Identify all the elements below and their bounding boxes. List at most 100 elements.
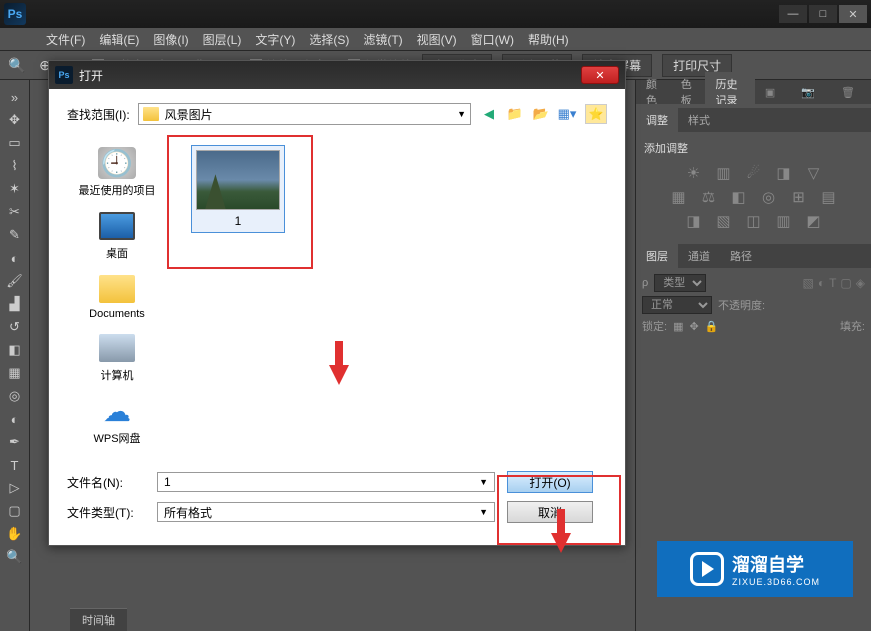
marquee-tool-icon[interactable]: ▭ [3,132,27,154]
favorites-icon[interactable]: ⭐ [585,104,607,124]
close-button[interactable]: ✕ [839,5,867,23]
blur-tool-icon[interactable]: ◎ [3,385,27,407]
tab-layers[interactable]: 图层 [636,244,678,268]
menu-file[interactable]: 文件(F) [40,29,91,50]
blend-mode-select[interactable]: 正常 [642,296,712,314]
computer-icon [98,332,136,364]
type-tool-icon[interactable]: T [3,454,27,476]
tab-adjustments[interactable]: 调整 [636,108,678,132]
lookup-icon[interactable]: ▤ [819,188,839,206]
shape-tool-icon[interactable]: ▢ [3,500,27,522]
eraser-tool-icon[interactable]: ◧ [3,339,27,361]
tab-channels[interactable]: 通道 [678,244,720,268]
file-thumbnail-icon [196,150,280,210]
maximize-button[interactable]: □ [809,5,837,23]
tab-styles[interactable]: 样式 [678,108,720,132]
hue-icon[interactable]: ▦ [669,188,689,206]
trash-icon[interactable]: 🗑 [831,82,865,103]
menu-filter[interactable]: 滤镜(T) [357,29,408,50]
move-tool-icon[interactable]: ✥ [3,109,27,131]
lookin-label: 查找范围(I): [67,106,130,123]
filter-smart-icon[interactable]: ◈ [856,276,865,290]
mixer-icon[interactable]: ⊞ [789,188,809,206]
place-wps[interactable]: ☁ WPS网盘 [72,391,162,450]
threshold-icon[interactable]: ◫ [744,212,764,230]
history-brush-icon[interactable]: ↺ [3,316,27,338]
exposure-icon[interactable]: ◨ [774,164,794,182]
invert-icon[interactable]: ◨ [684,212,704,230]
gradient-map-icon[interactable]: ▥ [774,212,794,230]
lasso-tool-icon[interactable]: ⌇ [3,155,27,177]
menu-select[interactable]: 选择(S) [303,29,355,50]
photofilter-icon[interactable]: ◎ [759,188,779,206]
zoom-tool2-icon[interactable]: 🔍 [3,546,27,568]
hand-tool-icon[interactable]: ✋ [3,523,27,545]
crop-tool-icon[interactable]: ✂ [3,201,27,223]
menu-layer[interactable]: 图层(L) [197,29,248,50]
file-item-1[interactable]: 1 [191,145,285,233]
brush-tool-icon[interactable]: 🖌 [3,270,27,292]
place-computer-label: 计算机 [101,367,134,383]
lock-position-icon[interactable]: ✥ [689,320,698,333]
curves-icon[interactable]: ☄ [744,164,764,182]
filename-combobox[interactable]: 1 ▼ [157,472,495,492]
collapse-icon[interactable]: » [3,86,27,108]
dodge-tool-icon[interactable]: ◐ [3,408,27,430]
wand-tool-icon[interactable]: ✶ [3,178,27,200]
minimize-button[interactable]: — [779,5,807,23]
app-logo: Ps [4,3,26,25]
up-icon[interactable]: 📁 [505,104,525,124]
menu-edit[interactable]: 编辑(E) [93,29,145,50]
menu-type[interactable]: 文字(Y) [249,29,301,50]
stamp-tool-icon[interactable]: ▟ [3,293,27,315]
vibrance-icon[interactable]: ▽ [804,164,824,182]
filter-shape-icon[interactable]: ▢ [840,276,851,290]
place-computer[interactable]: 计算机 [72,328,162,387]
gradient-tool-icon[interactable]: ▦ [3,362,27,384]
brightness-icon[interactable]: ☀ [684,164,704,182]
selective-icon[interactable]: ◩ [804,212,824,230]
timeline-tab[interactable]: 时间轴 [70,608,127,631]
filter-pixel-icon[interactable]: ▧ [802,276,813,290]
place-recent[interactable]: 🕘 最近使用的项目 [72,143,162,202]
layer-filter-select[interactable]: 类型 [654,274,706,292]
new-folder-icon[interactable]: 📂 [531,104,551,124]
place-documents[interactable]: Documents [72,269,162,324]
adjustments-title: 添加调整 [644,140,863,156]
camera-icon[interactable]: 📷 [791,82,825,103]
eyedropper-tool-icon[interactable]: ✎ [3,224,27,246]
lock-label: 锁定: [642,318,667,334]
open-button[interactable]: 打开(O) [507,471,593,493]
view-menu-icon[interactable]: ▦▾ [557,104,577,124]
place-desktop[interactable]: 桌面 [72,206,162,265]
filter-adjust-icon[interactable]: ◐ [818,276,825,290]
filetype-combobox[interactable]: 所有格式 ▼ [157,502,495,522]
watermark-url: ZIXUE.3D66.COM [732,577,820,587]
menu-view[interactable]: 视图(V) [411,29,463,50]
lock-all-icon[interactable]: 🔒 [705,320,719,333]
filter-type-icon[interactable]: T [829,276,836,290]
menu-help[interactable]: 帮助(H) [522,29,575,50]
menu-image[interactable]: 图像(I) [147,29,194,50]
posterize-icon[interactable]: ▧ [714,212,734,230]
path-tool-icon[interactable]: ▷ [3,477,27,499]
zoom-tool-icon[interactable]: 🔍 [8,56,26,74]
pen-tool-icon[interactable]: ✒ [3,431,27,453]
file-list-area[interactable]: 1 [167,139,607,471]
chevron-down-icon: ▼ [479,477,488,487]
open-dialog: Ps 打开 ✕ 查找范围(I): 风景图片 ▼ ◀ 📁 📂 ▦▾ ⭐ 🕘 [48,60,626,546]
cancel-button[interactable]: 取消 [507,501,593,523]
dialog-close-button[interactable]: ✕ [581,66,619,84]
new-snapshot-icon[interactable]: ▣ [755,82,785,103]
back-icon[interactable]: ◀ [479,104,499,124]
cloud-icon: ☁ [98,395,136,427]
balance-icon[interactable]: ⚖ [699,188,719,206]
tab-paths[interactable]: 路径 [720,244,762,268]
levels-icon[interactable]: ▥ [714,164,734,182]
lookin-combobox[interactable]: 风景图片 ▼ [138,103,471,125]
menu-bar: 文件(F) 编辑(E) 图像(I) 图层(L) 文字(Y) 选择(S) 滤镜(T… [0,28,871,50]
bw-icon[interactable]: ◧ [729,188,749,206]
menu-window[interactable]: 窗口(W) [465,29,520,50]
lock-pixels-icon[interactable]: ▦ [673,320,683,333]
healing-tool-icon[interactable]: ◐ [3,247,27,269]
